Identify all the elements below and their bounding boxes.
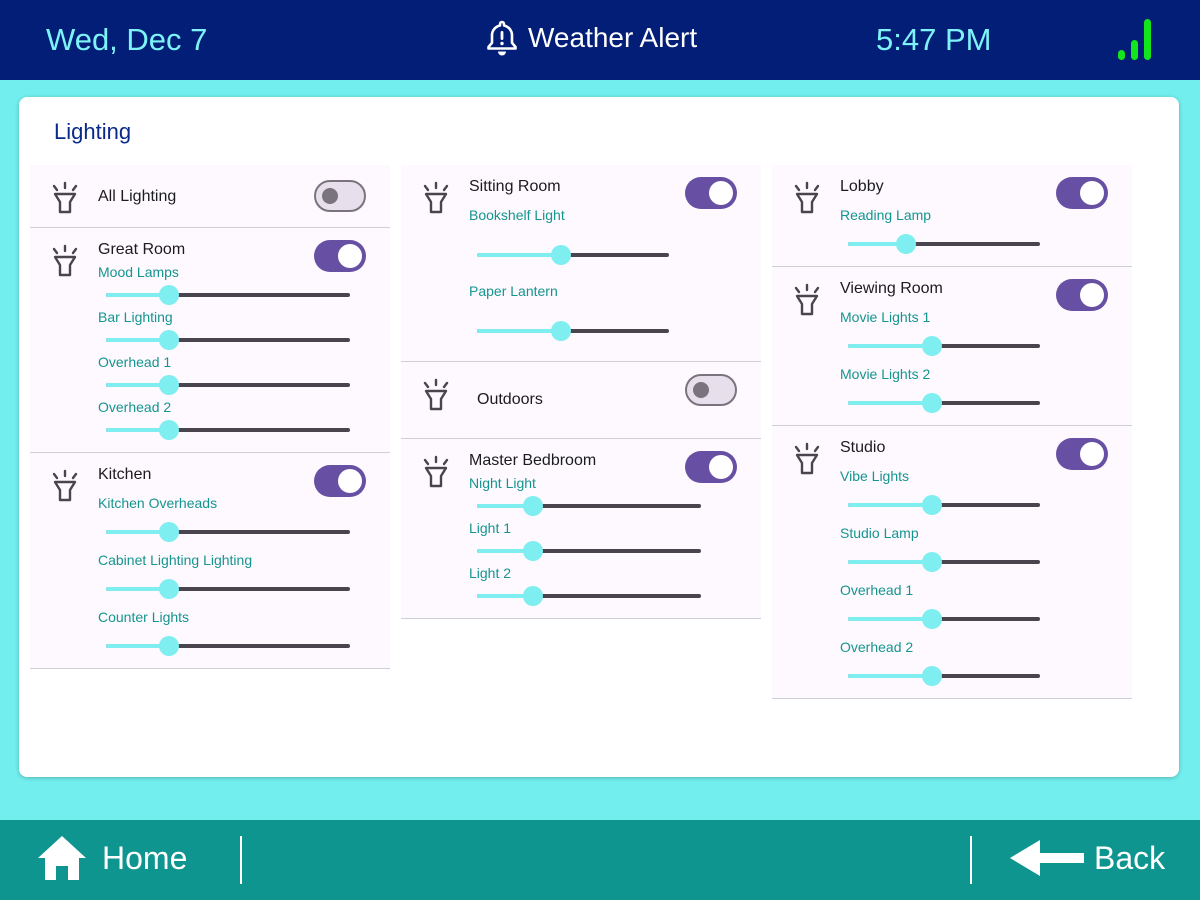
dimmer-slider[interactable] <box>848 336 1040 356</box>
light-bulb-icon <box>52 181 78 214</box>
panel-title: Lighting <box>54 119 132 144</box>
lobby-toggle[interactable] <box>1056 177 1108 209</box>
bottom-nav: Home Back <box>0 820 1200 900</box>
light-label: Paper Lantern <box>469 283 558 299</box>
light-bulb-icon <box>423 378 449 411</box>
all-lighting-toggle[interactable] <box>314 180 366 212</box>
light-label: Movie Lights 2 <box>840 366 931 382</box>
group-name: Kitchen <box>98 466 152 483</box>
light-label: Reading Lamp <box>840 207 932 223</box>
light-bulb-icon <box>52 469 78 502</box>
light-label: Night Light <box>469 475 536 491</box>
kitchen-toggle[interactable] <box>314 465 366 497</box>
dimmer-slider[interactable] <box>477 541 701 561</box>
light-bulb-icon <box>794 283 820 316</box>
lighting-panel: Lighting All Lighting Great Room Mood La… <box>19 97 1179 777</box>
light-label: Cabinet Lighting Lighting <box>98 552 253 568</box>
group-name: Sitting Room <box>469 178 561 195</box>
light-label: Bookshelf Light <box>469 207 565 223</box>
light-bulb-icon <box>52 244 78 277</box>
group-name: Master Bedbroom <box>469 452 597 469</box>
dimmer-slider[interactable] <box>848 609 1040 629</box>
dimmer-slider[interactable] <box>106 420 350 440</box>
light-label: Vibe Lights <box>840 468 910 484</box>
master-bedroom-toggle[interactable] <box>685 451 737 483</box>
dimmer-slider[interactable] <box>477 245 669 265</box>
bell-icon <box>487 20 517 56</box>
weather-alert-label: Weather Alert <box>528 22 698 53</box>
date-display: Wed, Dec 7 <box>46 22 208 57</box>
dimmer-slider[interactable] <box>106 579 350 599</box>
home-button[interactable]: Home <box>36 834 187 882</box>
dimmer-slider[interactable] <box>106 330 350 350</box>
studio-toggle[interactable] <box>1056 438 1108 470</box>
dimmer-slider[interactable] <box>477 586 701 606</box>
back-button[interactable]: Back <box>1008 838 1165 878</box>
dimmer-slider[interactable] <box>848 495 1040 515</box>
group-viewing-room: Viewing Room Movie Lights 1 Movie Lights… <box>772 267 1132 426</box>
dimmer-slider[interactable] <box>848 234 1040 254</box>
light-label: Bar Lighting <box>98 309 173 325</box>
light-bulb-icon <box>794 442 820 475</box>
dimmer-slider[interactable] <box>477 496 701 516</box>
dimmer-slider[interactable] <box>848 552 1040 572</box>
dimmer-slider[interactable] <box>106 522 350 542</box>
light-label: Counter Lights <box>98 609 190 625</box>
status-bar: Wed, Dec 7 Weather Alert 5:47 PM <box>0 0 1200 80</box>
clock-display: 5:47 PM <box>876 22 992 57</box>
dimmer-slider[interactable] <box>848 666 1040 686</box>
dimmer-slider[interactable] <box>106 285 350 305</box>
group-kitchen: Kitchen Kitchen Overheads Cabinet Lighti… <box>30 453 390 669</box>
light-bulb-icon <box>423 181 449 214</box>
light-label: Movie Lights 1 <box>840 309 931 325</box>
nav-divider <box>970 836 972 884</box>
dimmer-slider[interactable] <box>848 393 1040 413</box>
group-studio: Studio Vibe Lights Studio Lamp Overhead … <box>772 426 1132 699</box>
group-name: Viewing Room <box>840 280 943 297</box>
dimmer-slider[interactable] <box>477 321 669 341</box>
light-label: Light 2 <box>469 565 512 581</box>
light-label: Overhead 2 <box>840 639 914 655</box>
group-lobby: Lobby Reading Lamp <box>772 165 1132 267</box>
group-master-bedroom: Master Bedbroom Night Light Light 1 Ligh… <box>401 439 761 619</box>
home-icon <box>38 836 86 880</box>
dimmer-slider[interactable] <box>106 375 350 395</box>
light-label: Overhead 1 <box>98 354 172 370</box>
light-label: Studio Lamp <box>840 525 919 541</box>
group-sitting-room: Sitting Room Bookshelf Light Paper Lante… <box>401 165 761 362</box>
light-bulb-icon <box>423 455 449 488</box>
light-label: Light 1 <box>469 520 512 536</box>
group-outdoors: Outdoors <box>401 362 761 439</box>
arrow-left-icon <box>1010 840 1084 876</box>
nav-divider <box>240 836 242 884</box>
group-name: Studio <box>840 439 886 456</box>
light-label: Mood Lamps <box>98 264 179 280</box>
light-label: Overhead 1 <box>840 582 914 598</box>
dimmer-slider[interactable] <box>106 636 350 656</box>
home-label: Home <box>102 839 188 876</box>
group-name: Great Room <box>98 241 186 258</box>
signal-strength-icon <box>1118 19 1151 60</box>
back-label: Back <box>1094 839 1166 876</box>
light-label: Overhead 2 <box>98 399 172 415</box>
viewing-room-toggle[interactable] <box>1056 279 1108 311</box>
group-name: Outdoors <box>477 391 543 408</box>
sitting-room-toggle[interactable] <box>685 177 737 209</box>
group-great-room: Great Room Mood Lamps Bar Lighting Overh… <box>30 228 390 453</box>
outdoors-toggle[interactable] <box>685 374 737 406</box>
light-label: Kitchen Overheads <box>98 495 218 511</box>
weather-alert[interactable]: Weather Alert <box>486 20 697 56</box>
group-name: Lobby <box>840 178 884 195</box>
great-room-toggle[interactable] <box>314 240 366 272</box>
group-name: All Lighting <box>98 188 177 205</box>
group-all-lighting: All Lighting <box>30 165 390 228</box>
light-bulb-icon <box>794 181 820 214</box>
